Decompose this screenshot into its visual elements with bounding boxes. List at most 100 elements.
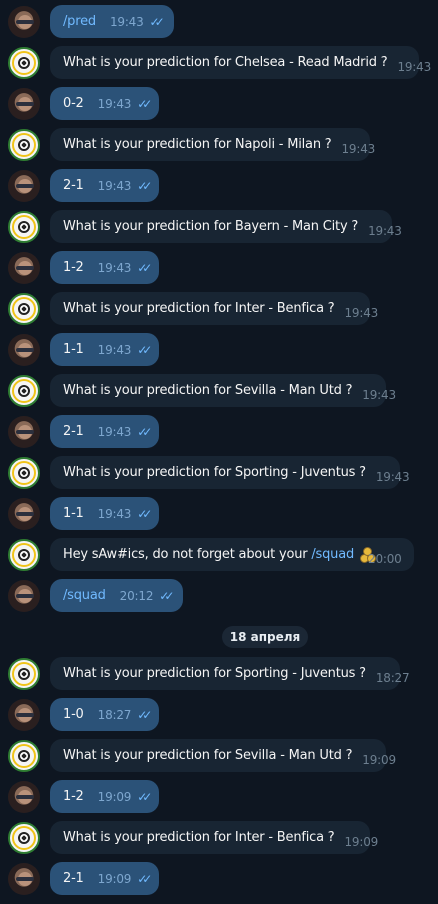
bot-avatar[interactable] — [8, 457, 40, 489]
user-avatar[interactable] — [8, 580, 40, 612]
message-row: 2-1 19:09 ✓✓ — [0, 861, 438, 897]
user-avatar[interactable] — [8, 781, 40, 813]
incoming-message[interactable]: What is your prediction for Sevilla - Ma… — [50, 739, 396, 772]
message-time: 19:43 — [375, 469, 410, 484]
user-avatar[interactable] — [8, 252, 40, 284]
read-checkmarks-icon: ✓✓ — [137, 96, 152, 111]
message-text: 1-0 — [63, 707, 84, 722]
bot-avatar[interactable] — [8, 375, 40, 407]
read-checkmarks-icon: ✓✓ — [137, 178, 152, 193]
command-link[interactable]: /squad — [63, 588, 106, 603]
message-time: 19:43 — [97, 178, 132, 193]
message-time: 18:27 — [375, 670, 410, 685]
message-row: What is your prediction for Sevilla - Ma… — [0, 373, 438, 409]
message-text: Hey sAw#ics, do not forget about your /s… — [63, 547, 355, 562]
message-text: What is your prediction for Chelsea - Re… — [63, 55, 388, 70]
outgoing-message[interactable]: 1-2 19:43 ✓✓ — [50, 251, 159, 284]
outgoing-message[interactable]: 1-0 18:27 ✓✓ — [50, 698, 159, 731]
outgoing-message[interactable]: /pred 19:43 ✓✓ — [50, 5, 174, 38]
incoming-message[interactable]: What is your prediction for Napoli - Mil… — [50, 128, 375, 161]
message-time: 19:09 — [97, 871, 132, 886]
read-checkmarks-icon: ✓✓ — [137, 342, 152, 357]
outgoing-message[interactable]: 2-1 19:43 ✓✓ — [50, 415, 159, 448]
outgoing-message[interactable]: 1-1 19:43 ✓✓ — [50, 497, 159, 530]
message-text: 1-2 — [63, 789, 84, 804]
message-text: What is your prediction for Sporting - J… — [63, 465, 366, 480]
message-row: 1-0 18:27 ✓✓ — [0, 697, 438, 733]
bot-avatar[interactable] — [8, 658, 40, 690]
message-row: What is your prediction for Inter - Benf… — [0, 291, 438, 327]
outgoing-message[interactable]: 2-1 19:09 ✓✓ — [50, 862, 159, 895]
user-avatar[interactable] — [8, 88, 40, 120]
incoming-message[interactable]: What is your prediction for Inter - Benf… — [50, 821, 378, 854]
user-avatar[interactable] — [8, 863, 40, 895]
read-checkmarks-icon: ✓✓ — [159, 588, 174, 603]
user-avatar[interactable] — [8, 699, 40, 731]
message-row: 2-1 19:43 ✓✓ — [0, 168, 438, 204]
incoming-message[interactable]: What is your prediction for Inter - Benf… — [50, 292, 378, 325]
bot-avatar[interactable] — [8, 822, 40, 854]
incoming-message[interactable]: What is your prediction for Sporting - J… — [50, 657, 410, 690]
message-row: What is your prediction for Sevilla - Ma… — [0, 738, 438, 774]
outgoing-message[interactable]: 1-2 19:09 ✓✓ — [50, 780, 159, 813]
message-row: Hey sAw#ics, do not forget about your /s… — [0, 537, 438, 573]
message-row: /pred 19:43 ✓✓ — [0, 4, 438, 40]
message-text: 2-1 — [63, 178, 84, 193]
read-checkmarks-icon: ✓✓ — [137, 871, 152, 886]
message-time: 19:43 — [97, 424, 132, 439]
message-time: 19:43 — [109, 14, 144, 29]
incoming-message[interactable]: What is your prediction for Sporting - J… — [50, 456, 410, 489]
message-row: /squad 20:12 ✓✓ — [0, 578, 438, 614]
bot-avatar[interactable] — [8, 129, 40, 161]
user-avatar[interactable] — [8, 170, 40, 202]
message-row: 1-2 19:09 ✓✓ — [0, 779, 438, 815]
bot-avatar[interactable] — [8, 47, 40, 79]
user-avatar[interactable] — [8, 334, 40, 366]
message-text: What is your prediction for Sporting - J… — [63, 666, 366, 681]
read-checkmarks-icon: ✓✓ — [137, 789, 152, 804]
incoming-message[interactable]: Hey sAw#ics, do not forget about your /s… — [50, 538, 414, 571]
message-row: What is your prediction for Chelsea - Re… — [0, 45, 438, 81]
incoming-message[interactable]: What is your prediction for Chelsea - Re… — [50, 46, 431, 79]
message-time: 19:43 — [97, 260, 132, 275]
outgoing-message[interactable]: 2-1 19:43 ✓✓ — [50, 169, 159, 202]
read-checkmarks-icon: ✓✓ — [137, 707, 152, 722]
user-avatar[interactable] — [8, 416, 40, 448]
message-time: 19:09 — [344, 834, 379, 849]
incoming-message[interactable]: What is your prediction for Sevilla - Ma… — [50, 374, 396, 407]
bot-avatar[interactable] — [8, 539, 40, 571]
command-link[interactable]: /pred — [63, 14, 96, 29]
outgoing-message[interactable]: 0-2 19:43 ✓✓ — [50, 87, 159, 120]
message-time: 19:43 — [97, 506, 132, 521]
read-checkmarks-icon: ✓✓ — [149, 14, 165, 29]
bot-avatar[interactable] — [8, 740, 40, 772]
message-row: 2-1 19:43 ✓✓ — [0, 414, 438, 450]
message-time: 19:09 — [97, 789, 132, 804]
message-text: What is your prediction for Bayern - Man… — [63, 219, 359, 234]
bot-avatar[interactable] — [8, 293, 40, 325]
message-text: 1-2 — [63, 260, 84, 275]
message-row: What is your prediction for Napoli - Mil… — [0, 127, 438, 163]
message-text: What is your prediction for Napoli - Mil… — [63, 137, 332, 152]
message-row: What is your prediction for Sporting - J… — [0, 656, 438, 692]
message-row: 1-1 19:43 ✓✓ — [0, 332, 438, 368]
message-row: 1-1 19:43 ✓✓ — [0, 496, 438, 532]
message-text: 1-1 — [63, 342, 84, 357]
incoming-message[interactable]: What is your prediction for Bayern - Man… — [50, 210, 402, 243]
message-text: 1-1 — [63, 506, 84, 521]
message-text: 2-1 — [63, 871, 84, 886]
message-row: 0-2 19:43 ✓✓ — [0, 86, 438, 122]
message-text: 0-2 — [63, 96, 84, 111]
outgoing-message[interactable]: /squad 20:12 ✓✓ — [50, 579, 183, 612]
message-row: What is your prediction for Bayern - Man… — [0, 209, 438, 245]
bot-avatar[interactable] — [8, 211, 40, 243]
message-row: What is your prediction for Inter - Benf… — [0, 820, 438, 856]
message-time: 19:43 — [344, 305, 379, 320]
message-time: 19:43 — [397, 59, 432, 74]
squad-command-link[interactable]: /squad — [311, 547, 354, 562]
outgoing-message[interactable]: 1-1 19:43 ✓✓ — [50, 333, 159, 366]
user-avatar[interactable] — [8, 6, 40, 38]
user-avatar[interactable] — [8, 498, 40, 530]
message-text: What is your prediction for Sevilla - Ma… — [63, 748, 353, 763]
message-time: 19:43 — [97, 96, 132, 111]
